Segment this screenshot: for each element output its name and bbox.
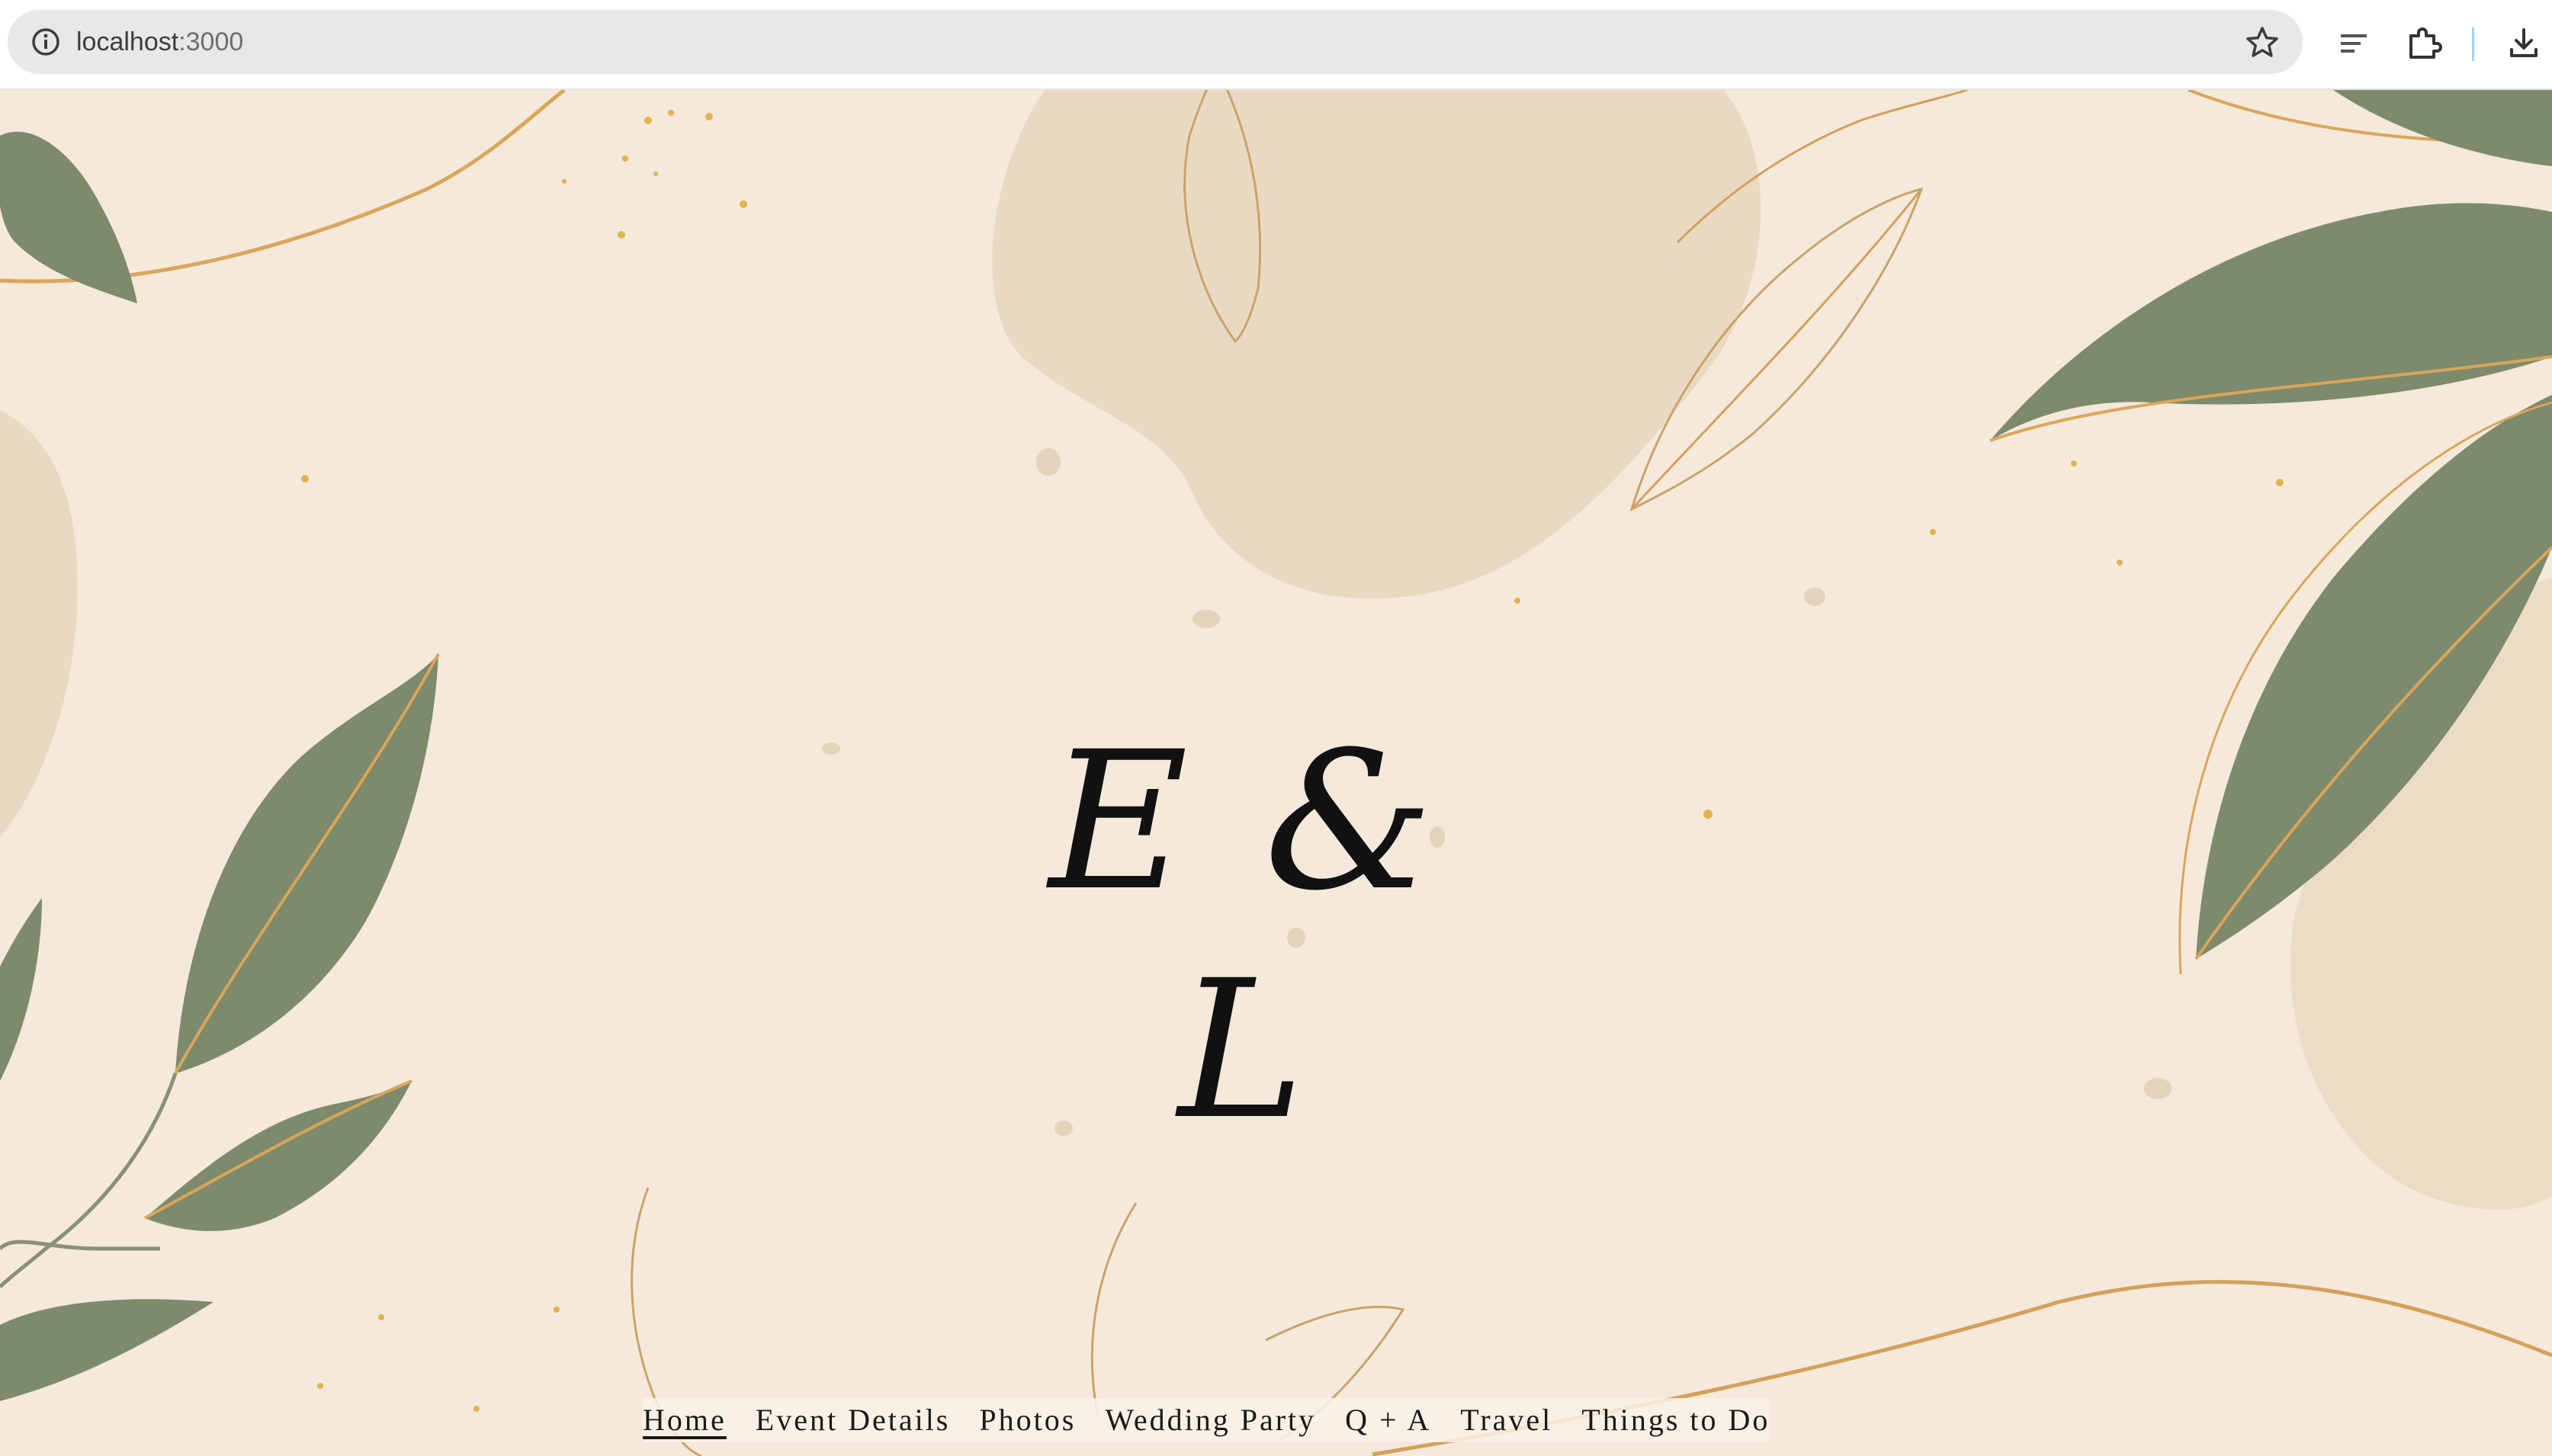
nav-home[interactable]: Home [643, 1398, 727, 1442]
tab-search-icon[interactable] [2335, 24, 2374, 63]
puzzle-icon[interactable] [2403, 24, 2443, 63]
star-icon[interactable] [2245, 25, 2280, 60]
nav-q-and-a[interactable]: Q + A [1345, 1398, 1431, 1442]
browser-toolbar: localhost:3000 [0, 0, 2552, 90]
toolbar-divider [2472, 27, 2474, 61]
wedding-homepage: E & L Home Event Details Photos Wedding … [0, 90, 2552, 1456]
nav-wedding-party[interactable]: Wedding Party [1105, 1398, 1316, 1442]
address-bar[interactable]: localhost:3000 [8, 10, 2303, 74]
info-icon[interactable] [30, 27, 61, 57]
nav-photos[interactable]: Photos [979, 1398, 1076, 1442]
download-icon[interactable] [2504, 24, 2544, 63]
nav-things-to-do[interactable]: Things to Do [1581, 1398, 1770, 1442]
nav-event-details[interactable]: Event Details [756, 1398, 951, 1442]
nav-travel[interactable]: Travel [1460, 1398, 1552, 1442]
url-host: localhost [76, 27, 179, 56]
url-port: :3000 [178, 27, 244, 56]
url-text[interactable]: localhost:3000 [76, 25, 243, 59]
couple-monogram: E & L [1048, 710, 1442, 1161]
site-navigation: Home Event Details Photos Wedding Party … [643, 1398, 1770, 1442]
